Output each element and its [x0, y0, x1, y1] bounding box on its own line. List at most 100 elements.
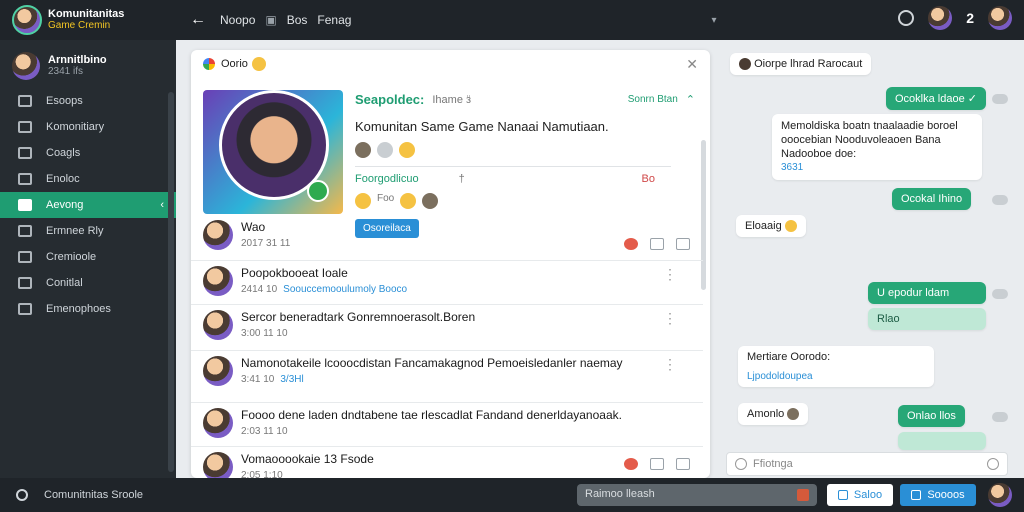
user-avatar-2[interactable] — [988, 6, 1012, 30]
back-arrow-icon[interactable]: ← — [190, 11, 206, 29]
chat-message[interactable]: Ocoklka ldaoe ✓ — [886, 87, 986, 110]
top-bar: Komunitanitas Game Cremin ← Noopo ▣ Bos … — [0, 0, 1024, 40]
post-meta-link[interactable]: 3/3Hl — [280, 374, 303, 385]
list-item[interactable]: Namonotakeile lcooocdistan Fancamakagnod… — [191, 356, 703, 386]
edit-icon[interactable] — [650, 458, 664, 470]
card-title: Oorio — [221, 58, 248, 70]
reaction-icon[interactable] — [624, 458, 638, 470]
user-avatar-icon — [787, 408, 800, 421]
sidebar-item-9[interactable]: Emenophoes — [0, 296, 176, 322]
sidebar-item-label: Komonitiary — [46, 121, 105, 133]
chat-message-link[interactable]: Ljpodoldoupea — [747, 371, 925, 382]
sidebar-profile[interactable]: Arnnitlbino 2341 ifs — [0, 40, 176, 88]
chat-message[interactable]: Rlao — [868, 308, 986, 330]
chat-message[interactable]: Ocokal Ihino — [892, 188, 972, 210]
hero-image[interactable] — [203, 90, 343, 214]
chat-message-text: Ocokal Ihino — [901, 193, 963, 205]
mini-avatar[interactable] — [399, 142, 415, 158]
attach-icon[interactable] — [987, 458, 999, 470]
chat-message[interactable]: Memoldiska boatn tnaalaadie boroel oooce… — [772, 114, 982, 180]
current-user-avatar[interactable] — [988, 483, 1012, 507]
save-button-label: Saloo — [853, 489, 883, 501]
post-meta: 3:00 11 10 — [241, 328, 288, 339]
mini-avatar[interactable] — [422, 193, 439, 209]
chat-input[interactable]: Ffiotnga — [726, 452, 1008, 476]
chat-message[interactable]: Onlao llos — [898, 405, 965, 427]
chat-message[interactable]: Oiorpe lhrad Rarocaut — [730, 53, 872, 76]
bottom-search[interactable]: Comunitnitas Sroole — [0, 489, 143, 501]
user-avatar-icon — [739, 58, 751, 71]
reaction-emoji-icon[interactable] — [400, 193, 417, 209]
post-meta-link[interactable]: Soouccemooulumoly Booco — [283, 284, 407, 295]
close-icon[interactable]: ✕ — [686, 56, 698, 73]
reaction-icon[interactable] — [624, 238, 638, 250]
share-icon[interactable] — [676, 238, 690, 250]
reaction-avatars: Foo — [355, 193, 695, 209]
clock-icon[interactable] — [898, 10, 915, 26]
home-icon — [18, 121, 32, 133]
chat-message[interactable]: Amonlo — [738, 403, 809, 426]
message-input[interactable]: Raimoo lleash — [577, 484, 817, 506]
nav-item-1[interactable]: Noopo — [220, 13, 255, 27]
reaction-sub: Foo — [377, 193, 395, 204]
sidebar-item-6[interactable]: Ermnee Rly — [0, 218, 176, 244]
post-avatar — [203, 310, 233, 340]
user-avatar-1[interactable] — [928, 6, 953, 30]
chat-message[interactable]: U epodur ldam — [868, 282, 986, 304]
nav-item-2[interactable]: Bos — [287, 13, 308, 27]
sidebar-item-1[interactable]: Esoops — [0, 88, 176, 114]
phone-icon — [18, 303, 32, 315]
post-avatar — [203, 452, 233, 478]
pen-icon[interactable] — [797, 489, 809, 501]
profile-sub: 2341 ifs — [48, 66, 84, 77]
chevron-down-icon[interactable]: ▾ — [711, 15, 716, 26]
chat-message-text: Memoldiska boatn tnaalaadie boroel oooce… — [781, 120, 958, 160]
chevron-left-icon: ‹ — [160, 199, 164, 211]
list-item[interactable]: Poopokbooeat Ioale 2414 10 Soouccemooulum… — [191, 266, 703, 296]
sidebar-item-3[interactable]: Coagls — [0, 140, 176, 166]
main-card: Oorio ✕ Seapoldec: Ihame ӟ Sonrn Btan ⌃ … — [191, 50, 710, 478]
tag-badge[interactable]: Bo — [642, 173, 655, 185]
mini-avatar[interactable] — [355, 142, 371, 158]
reaction-emoji-icon[interactable] — [355, 193, 371, 209]
sidebar-item-8[interactable]: Conitlal — [0, 270, 176, 296]
send-button-label: Soooos — [927, 489, 965, 501]
sidebar-item-label: Coagls — [46, 147, 81, 159]
chat-message[interactable] — [898, 432, 986, 450]
more-options-icon[interactable]: ⋮ — [663, 266, 677, 296]
post-actions — [624, 238, 690, 250]
sidebar-item-5-active[interactable]: Aevong ‹ — [0, 192, 176, 218]
send-button[interactable]: Soooos — [900, 484, 976, 506]
mini-avatar[interactable] — [377, 142, 393, 158]
list-item[interactable]: Sercor beneradtark Gonremnoerasolt.Boren… — [191, 310, 703, 340]
sidebar-item-label: Esoops — [46, 95, 83, 107]
edit-icon[interactable] — [650, 238, 664, 250]
sidebar-item-7[interactable]: Cremioole — [0, 244, 176, 270]
brand-subtitle: Game Cremin — [48, 20, 111, 31]
hero-green-title: Seapoldec: — [355, 92, 425, 107]
more-options-icon[interactable]: ⋮ — [663, 310, 677, 340]
chat-message[interactable]: Mertiare Oorodo: Ljpodoldoupea — [738, 346, 934, 387]
notification-count[interactable]: 2 — [966, 10, 974, 26]
chat-message[interactable]: Eloaaig — [736, 215, 806, 238]
share-icon[interactable] — [676, 458, 690, 470]
sidebar-item-4[interactable]: Enoloc — [0, 166, 176, 192]
gamepad-icon: ▣ — [265, 13, 277, 27]
post-avatar — [203, 220, 233, 250]
nav-item-3[interactable]: Fenag — [317, 13, 351, 27]
brand[interactable]: Komunitanitas Game Cremin — [0, 5, 176, 35]
chevron-up-icon[interactable]: ⌃ — [686, 93, 695, 106]
hero-right-link[interactable]: Sonrn Btan — [628, 94, 678, 105]
emoji-icon — [251, 57, 266, 71]
sidebar-item-label: Cremioole — [46, 251, 97, 263]
sidebar-scrollbar[interactable] — [168, 92, 174, 472]
divider — [191, 402, 703, 403]
list-item[interactable]: Foooo dene laden dndtabene tae rlescadla… — [191, 408, 703, 438]
chart-icon — [18, 95, 32, 107]
sidebar-item-2[interactable]: Komonitiary — [0, 114, 176, 140]
emoji-picker-icon[interactable] — [735, 458, 747, 470]
sidebar-item-label: Ermnee Rly — [46, 225, 104, 237]
hero-info: Seapoldec: Ihame ӟ Sonrn Btan ⌃ Komunita… — [355, 92, 695, 238]
more-options-icon[interactable]: ⋮ — [663, 356, 677, 386]
save-button[interactable]: Saloo — [827, 484, 893, 506]
